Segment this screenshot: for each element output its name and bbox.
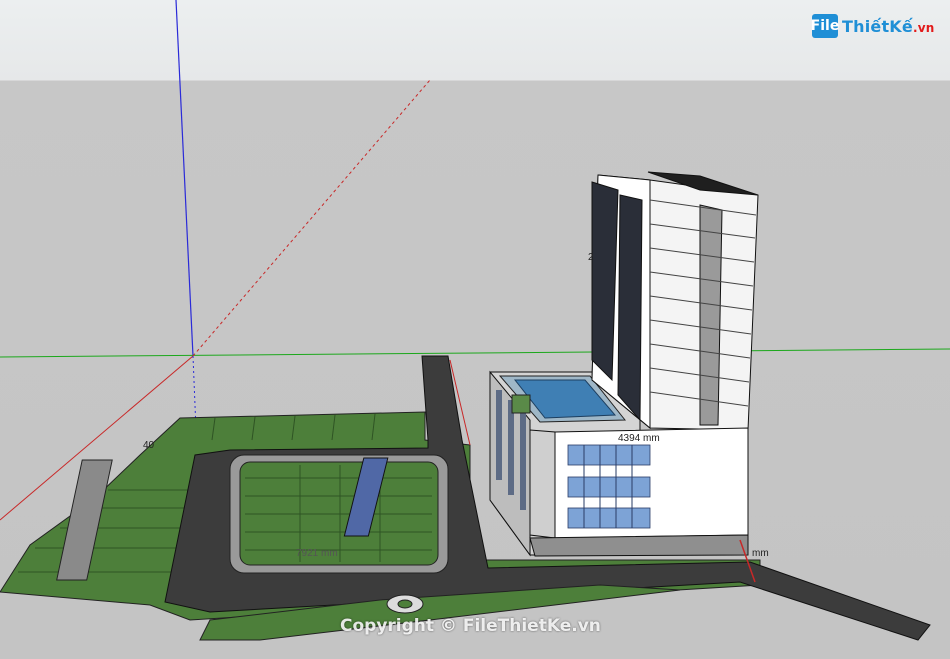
dimension-parking[interactable]: 7921 mm bbox=[296, 548, 338, 559]
logo-suffix: .vn bbox=[912, 20, 935, 35]
cantilever-windows bbox=[567, 444, 651, 529]
filethietke-logo: File ThiếtKế.vn bbox=[811, 12, 934, 40]
tower-recess bbox=[699, 204, 723, 426]
tower-glazing-mid bbox=[617, 194, 643, 422]
logo-mark-icon: File bbox=[811, 14, 839, 38]
dimension-bottom-right[interactable]: mm bbox=[752, 548, 769, 559]
sketchup-viewport[interactable]: 2 4394 mm 40 mm 7921 mm File ThiếtKế.vn … bbox=[0, 0, 950, 659]
red-axis-dashed bbox=[192, 79, 431, 357]
dimension-tower-width[interactable]: 4394 mm bbox=[618, 433, 660, 444]
roundabout-center bbox=[397, 599, 413, 609]
copyright-watermark: Copyright © FileThietKe.vn bbox=[340, 616, 601, 636]
cantilever-side bbox=[529, 429, 556, 539]
dimension-left-block[interactable]: 40 bbox=[143, 440, 154, 451]
green-axis bbox=[0, 348, 950, 358]
ground-floor bbox=[529, 534, 749, 557]
logo-text: ThiếtKế.vn bbox=[842, 17, 934, 36]
blue-axis bbox=[175, 0, 194, 357]
roof-planter bbox=[511, 394, 531, 414]
logo-name: ThiếtKế bbox=[842, 16, 913, 36]
3d-model-scene[interactable] bbox=[0, 0, 950, 659]
dimension-tower-height[interactable]: 2 bbox=[588, 252, 594, 263]
